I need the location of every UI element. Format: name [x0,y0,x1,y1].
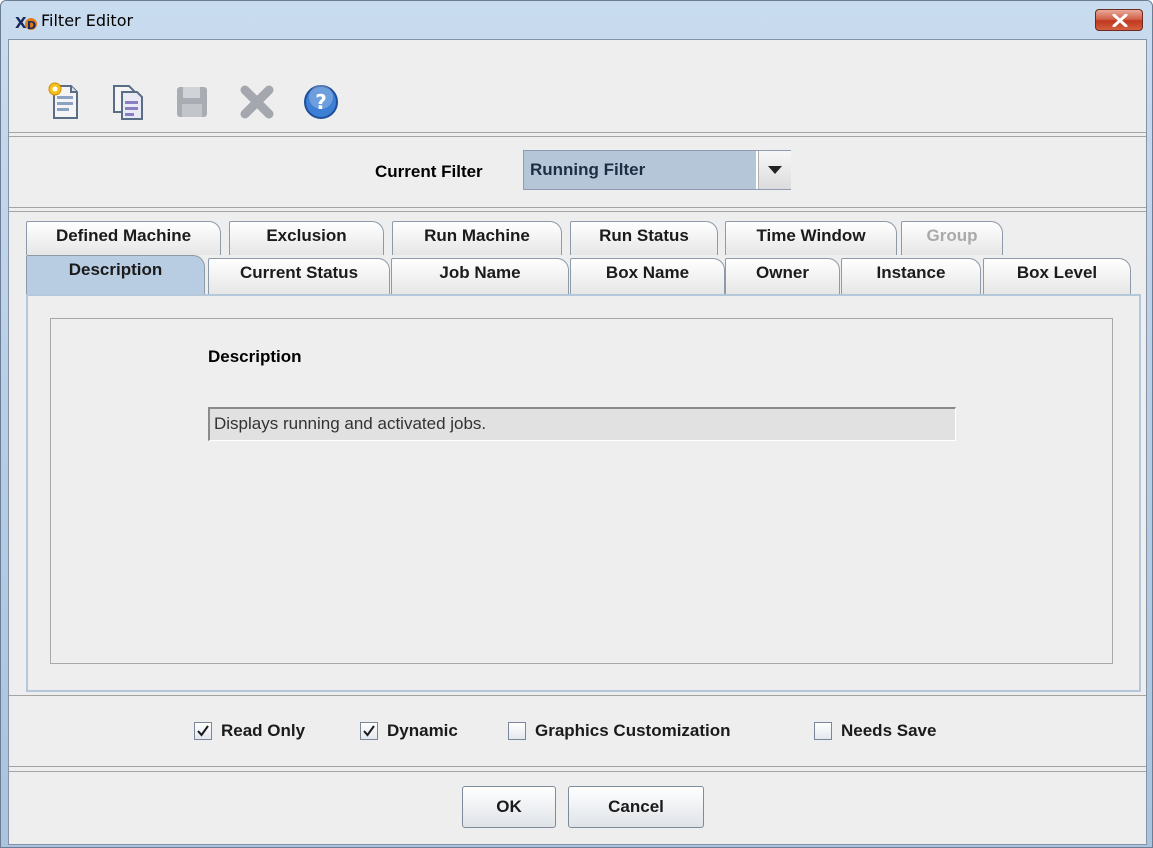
copy-filter-button[interactable] [108,82,148,122]
checkmark-icon [197,725,209,737]
graphics-customization-label: Graphics Customization [535,721,731,740]
filter-tabs-panel: Defined Machine Exclusion Run Machine Ru… [9,211,1146,692]
help-button[interactable]: ? [301,82,341,122]
svg-text:D: D [27,19,36,32]
options-panel: Read Only Dynamic Graphics Customization… [9,695,1146,767]
current-filter-label: Current Filter [375,162,483,181]
description-group: Description Displays running and activat… [50,318,1113,664]
dropdown-arrow-button[interactable] [758,151,791,189]
needs-save-label: Needs Save [841,721,937,740]
description-field[interactable]: Displays running and activated jobs. [208,407,956,441]
close-button[interactable] [1095,9,1143,31]
new-document-icon [48,82,78,119]
tab-job-name[interactable]: Job Name [391,258,569,294]
tab-group: Group [901,221,1003,255]
tab-current-status[interactable]: Current Status [208,258,390,294]
dynamic-label: Dynamic [387,721,458,740]
close-icon [1112,14,1128,27]
tab-exclusion[interactable]: Exclusion [229,221,384,255]
dialog-body: ? Current Filter Running Filter Defined … [8,39,1147,845]
copy-document-icon [113,85,143,120]
save-filter-button[interactable] [172,82,212,122]
current-filter-dropdown[interactable]: Running Filter [523,150,791,190]
dialog-buttons-panel: OK Cancel [9,771,1146,844]
help-icon: ? [304,85,338,119]
graphics-customization-checkbox-box[interactable] [508,722,526,740]
checkmark-icon [363,725,375,737]
read-only-label: Read Only [221,721,306,740]
delete-filter-button[interactable] [237,82,277,122]
description-tab-content: Description Displays running and activat… [26,294,1141,692]
read-only-checkbox-box[interactable] [194,722,212,740]
delete-icon [240,85,274,119]
current-filter-value: Running Filter [524,151,756,189]
save-icon [177,87,207,117]
filter-editor-window: X D Filter Editor ? Current Filter Runni… [0,0,1153,848]
window-title: Filter Editor [41,11,134,30]
title-bar[interactable]: X D Filter Editor [1,1,1152,39]
cancel-button[interactable]: Cancel [568,786,704,828]
svg-text:?: ? [315,90,327,114]
needs-save-checkbox-box[interactable] [814,722,832,740]
chevron-down-icon [768,166,782,174]
tab-description[interactable]: Description [26,255,205,295]
description-label: Description [208,347,302,366]
new-filter-button[interactable] [45,82,85,122]
ok-button[interactable]: OK [462,786,556,828]
tab-instance[interactable]: Instance [841,258,981,294]
tab-time-window[interactable]: Time Window [725,221,897,255]
tab-run-machine[interactable]: Run Machine [392,221,562,255]
tab-defined-machine[interactable]: Defined Machine [26,221,221,255]
tab-run-status[interactable]: Run Status [570,221,718,255]
tab-box-name[interactable]: Box Name [570,258,725,294]
tab-owner[interactable]: Owner [725,258,840,294]
toolbar: ? [9,40,1146,133]
current-filter-panel: Current Filter Running Filter [9,136,1146,208]
dynamic-checkbox-box[interactable] [360,722,378,740]
app-logo-icon: X D [15,14,37,32]
tab-box-level[interactable]: Box Level [983,258,1131,294]
